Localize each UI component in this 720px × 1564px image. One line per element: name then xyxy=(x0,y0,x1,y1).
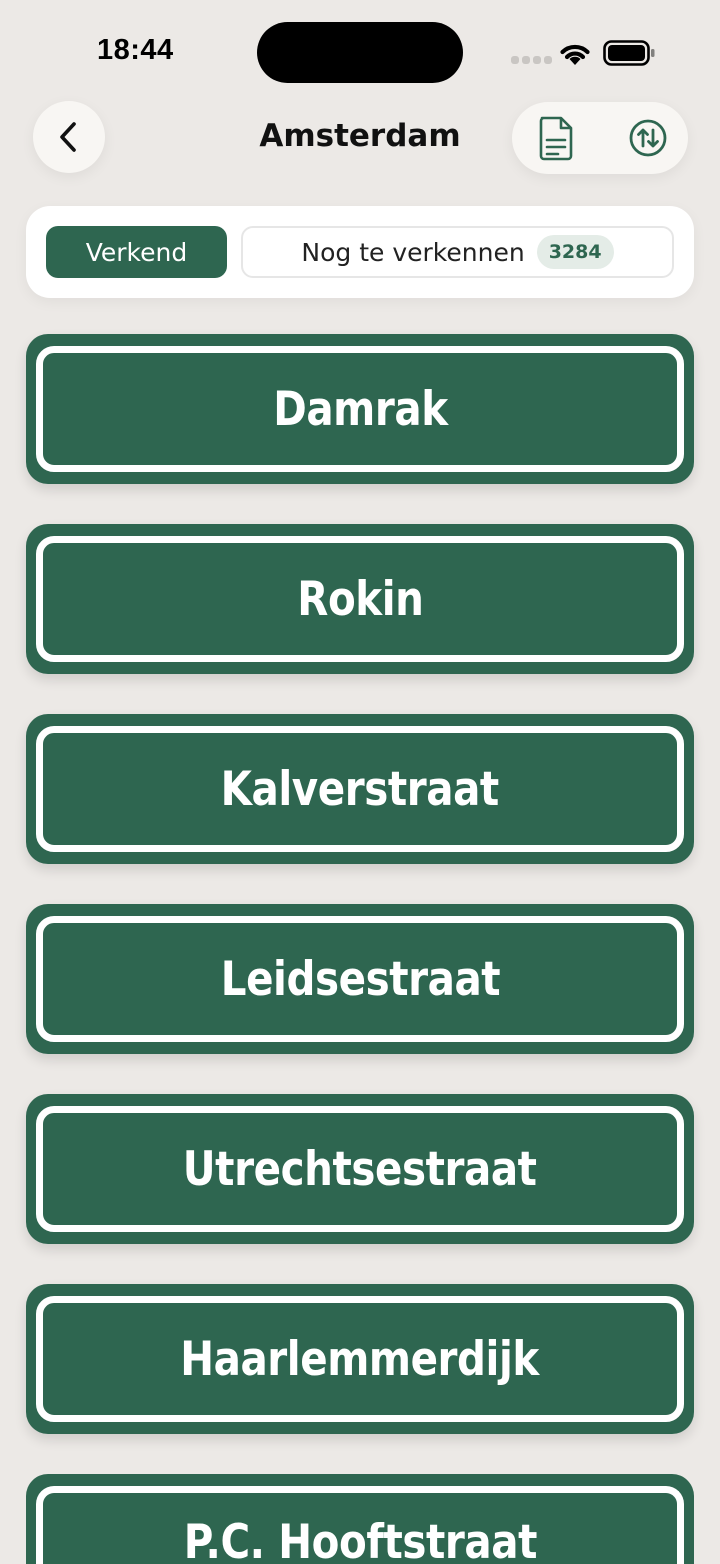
street-sign-border: Kalverstraat xyxy=(36,726,684,852)
segment-to-explore-label: Nog te verkennen xyxy=(301,237,525,267)
segment-explored-label: Verkend xyxy=(85,237,188,267)
sort-arrows-icon xyxy=(629,119,667,157)
street-sign[interactable]: Haarlemmerdijk xyxy=(26,1284,694,1434)
street-name: Damrak xyxy=(272,381,448,437)
cellular-signal-icon xyxy=(511,56,552,64)
street-sign[interactable]: Leidsestraat xyxy=(26,904,694,1054)
street-sign-border: Damrak xyxy=(36,346,684,472)
street-sign-border: Rokin xyxy=(36,536,684,662)
count-badge: 3284 xyxy=(536,235,614,269)
document-icon xyxy=(539,116,573,161)
document-button[interactable] xyxy=(530,112,582,164)
header-actions xyxy=(512,102,688,174)
street-sign-border: Leidsestraat xyxy=(36,916,684,1042)
street-name: Haarlemmerdijk xyxy=(180,1331,540,1387)
street-name: Rokin xyxy=(296,571,424,627)
street-name: Kalverstraat xyxy=(220,761,500,817)
status-bar: 18:44 xyxy=(0,0,720,100)
segment-explored[interactable]: Verkend xyxy=(46,226,227,278)
street-name: P.C. Hooftstraat xyxy=(183,1515,537,1564)
back-button[interactable] xyxy=(33,101,105,173)
street-sign[interactable]: P.C. Hooftstraat xyxy=(26,1474,694,1564)
street-sign-border: Utrechtsestraat xyxy=(36,1106,684,1232)
street-sign[interactable]: Rokin xyxy=(26,524,694,674)
segment-control: Verkend Nog te verkennen 3284 xyxy=(26,206,694,298)
status-time: 18:44 xyxy=(97,34,174,66)
dynamic-island xyxy=(257,22,463,83)
street-name: Leidsestraat xyxy=(220,951,500,1007)
chevron-left-icon xyxy=(60,122,76,152)
street-sign[interactable]: Damrak xyxy=(26,334,694,484)
street-sign[interactable]: Kalverstraat xyxy=(26,714,694,864)
street-name: Utrechtsestraat xyxy=(183,1141,537,1197)
wifi-icon xyxy=(560,44,590,65)
street-sign-border: P.C. Hooftstraat xyxy=(36,1486,684,1564)
street-sign-border: Haarlemmerdijk xyxy=(36,1296,684,1422)
page-title: Amsterdam xyxy=(259,118,461,154)
street-sign[interactable]: Utrechtsestraat xyxy=(26,1094,694,1244)
battery-icon xyxy=(603,40,655,66)
sort-button[interactable] xyxy=(622,112,674,164)
segment-to-explore[interactable]: Nog te verkennen 3284 xyxy=(241,226,674,278)
